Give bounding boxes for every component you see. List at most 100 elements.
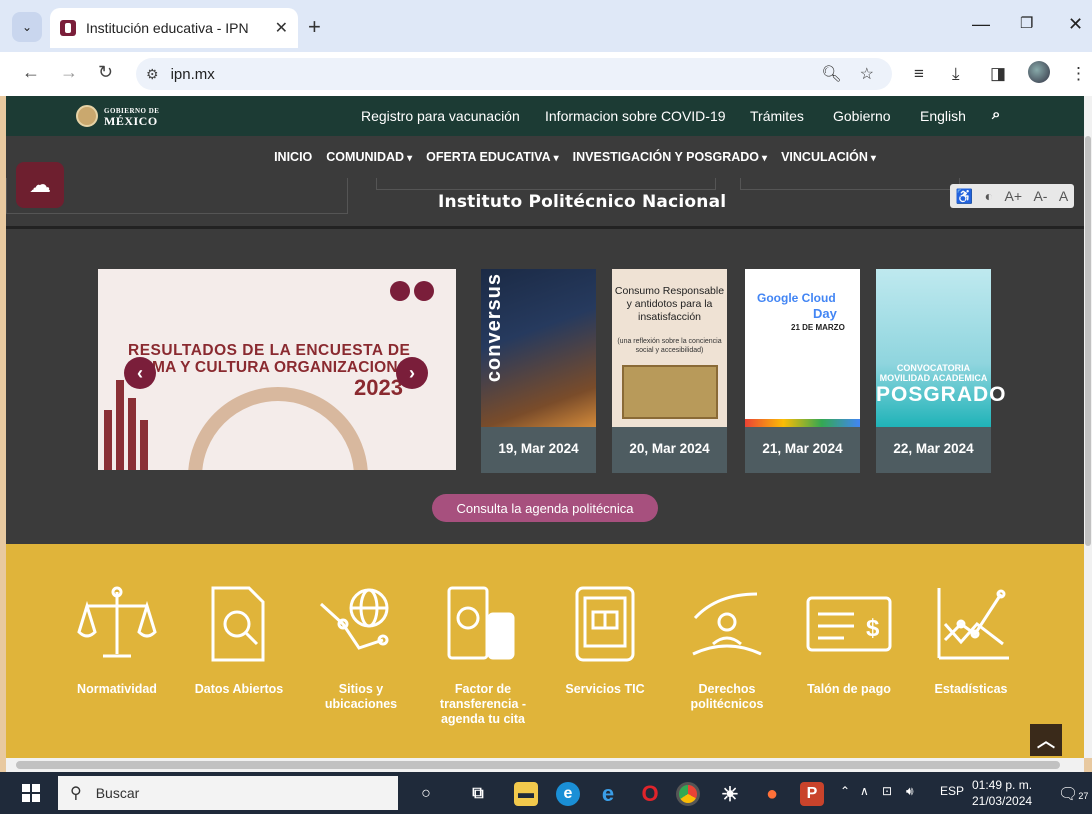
search-icon: ⚲ <box>70 785 82 802</box>
cloud-search-button[interactable]: ☁ <box>16 162 64 208</box>
chrome-icon[interactable] <box>676 782 700 806</box>
reload-icon[interactable]: ↻ <box>98 62 113 83</box>
window-close-icon[interactable]: ✕ <box>1068 14 1083 35</box>
scales-icon <box>77 586 157 658</box>
service-sitios-ubicaciones[interactable]: Sitios y ubicaciones <box>306 584 416 712</box>
event-card[interactable]: CONVOCATORIA MOVILIDAD ACADEMICA POSGRAD… <box>876 269 1006 473</box>
event-date: 20, Mar 2024 <box>629 441 710 456</box>
gobierno-mexico-logo[interactable]: GOBIERNO DE MÉXICO <box>76 105 159 127</box>
new-tab-button[interactable]: + <box>308 14 321 40</box>
address-bar-row: ← → ↻ ⚙ ipn.mx 🔍︎ ☆ ≡ ⤓ ◨ ⋮ <box>0 52 1092 96</box>
hands-person-icon <box>692 592 762 656</box>
service-servicios-tic[interactable]: Servicios TIC <box>550 584 660 697</box>
nav-investigacion-posgrado[interactable]: INVESTIGACIÓN Y POSGRADO ▾ <box>573 150 767 164</box>
system-clock[interactable]: 01:49 p. m. 21/03/2024 <box>972 777 1032 809</box>
windows-start-icon[interactable] <box>22 784 40 802</box>
link-gobierno[interactable]: Gobierno <box>833 108 891 124</box>
event-card[interactable]: Consumo Responsable y antidotos para la … <box>612 269 727 473</box>
service-estadisticas[interactable]: Estadísticas <box>916 584 1026 697</box>
ipn-logo-icon <box>390 281 410 301</box>
input-language[interactable]: ESP <box>940 784 964 798</box>
firefox-icon[interactable]: ● <box>760 782 784 806</box>
site-settings-icon[interactable]: ⚙ <box>146 66 159 83</box>
event-date: 19, Mar 2024 <box>498 441 579 456</box>
tab-search-dropdown[interactable]: ⌄ <box>12 12 42 42</box>
file-explorer-icon[interactable]: ▬ <box>514 782 538 806</box>
network-icon[interactable]: ⊡ <box>882 784 892 798</box>
notifications-icon[interactable]: 🗨︎27 <box>1058 784 1088 804</box>
address-input[interactable]: ⚙ ipn.mx 🔍︎ ☆ <box>136 58 892 90</box>
service-factor-transferencia[interactable]: Factor de transferencia - agenda tu cita <box>428 584 538 727</box>
profile-avatar[interactable] <box>1028 61 1050 83</box>
nav-oferta-educativa[interactable]: OFERTA EDUCATIVA ▾ <box>426 150 559 164</box>
service-talon-pago[interactable]: $ Talón de pago <box>794 584 904 697</box>
accessibility-toolbar: ♿ ◐ A+ A- A <box>950 184 1074 208</box>
windows-taskbar: ⚲ Buscar ○ ⧉ ▬ e e O ☀ ● P ⌃ ∧ ⊡ 🔊︎ ESP … <box>0 772 1092 814</box>
institution-logos <box>390 281 434 301</box>
powerpoint-icon[interactable]: P <box>800 782 824 806</box>
font-decrease-button[interactable]: A- <box>1033 188 1047 204</box>
service-derechos-politecnicos[interactable]: Derechos politécnicos <box>672 584 782 712</box>
cortana-icon[interactable]: ○ <box>414 782 438 806</box>
carousel-prev-button[interactable]: ‹ <box>124 357 156 389</box>
contrast-icon[interactable]: ◐ <box>985 188 993 204</box>
vertical-scrollbar[interactable] <box>1084 96 1092 758</box>
gov-top-bar: GOBIERNO DE MÉXICO Registro para vacunac… <box>6 96 1084 136</box>
nav-comunidad[interactable]: COMUNIDAD ▾ <box>326 150 412 164</box>
logo-main-text: MÉXICO <box>104 114 158 128</box>
link-vacunacion[interactable]: Registro para vacunación <box>361 108 520 124</box>
restore-icon[interactable]: ❐ <box>1020 14 1033 32</box>
cloud-search-icon: ☁ <box>29 172 51 197</box>
carousel-next-button[interactable]: › <box>396 357 428 389</box>
services-section: Normatividad Datos Abiertos Sitios y ubi… <box>6 544 1084 758</box>
horizontal-scrollbar[interactable] <box>6 758 1084 772</box>
mexico-seal-icon <box>76 105 98 127</box>
ipn-shield-icon <box>414 281 434 301</box>
link-covid[interactable]: Informacion sobre COVID-19 <box>545 108 726 124</box>
service-datos-abiertos[interactable]: Datos Abiertos <box>184 584 294 697</box>
event-image-consumo: Consumo Responsable y antidotos para la … <box>612 269 727 427</box>
edge-icon[interactable]: e <box>556 782 580 806</box>
zoom-icon[interactable]: 🔍︎ <box>821 64 841 84</box>
browser-tab[interactable]: Institución educativa - IPN ✕ <box>50 8 298 48</box>
tab-close-icon[interactable]: ✕ <box>275 18 288 38</box>
opera-icon[interactable]: O <box>638 781 662 806</box>
font-increase-button[interactable]: A+ <box>1005 188 1023 204</box>
bookmark-star-icon[interactable]: ☆ <box>860 64 874 84</box>
globe-map-icon <box>319 588 389 650</box>
event-image-conversus: conversus <box>481 269 596 427</box>
agenda-button[interactable]: Consulta la agenda politécnica <box>432 494 658 522</box>
gov-search-icon[interactable]: ⌕ <box>992 106 1000 123</box>
url-text: ipn.mx <box>170 65 215 83</box>
paycheck-icon: $ <box>806 596 892 652</box>
font-reset-button[interactable]: A <box>1059 188 1068 204</box>
taskbar-scroll-icon[interactable]: ⌃ <box>840 784 850 798</box>
download-icon[interactable]: ⤓ <box>952 64 960 84</box>
event-image-posgrado: CONVOCATORIA MOVILIDAD ACADEMICA POSGRAD… <box>876 269 1006 427</box>
link-english[interactable]: English <box>920 108 966 124</box>
clock-date: 21/03/2024 <box>972 794 1033 808</box>
event-card[interactable]: Google Cloud Day 21 DE MARZO 21, Mar 202… <box>745 269 860 473</box>
side-panel-icon[interactable]: ◨ <box>990 64 1006 84</box>
accessibility-icon[interactable]: ♿ <box>956 188 973 205</box>
reading-list-icon[interactable]: ≡ <box>914 64 924 84</box>
forward-arrow-icon[interactable]: → <box>60 62 78 83</box>
task-view-icon[interactable]: ⧉ <box>466 782 490 806</box>
menu-kebab-icon[interactable]: ⋮ <box>1070 64 1087 84</box>
minimize-icon[interactable]: — <box>972 14 990 35</box>
service-normatividad[interactable]: Normatividad <box>62 584 172 697</box>
back-arrow-icon[interactable]: ← <box>22 62 40 83</box>
internet-explorer-icon[interactable]: e <box>596 781 620 806</box>
nav-vinculacion[interactable]: VINCULACIÓN ▾ <box>781 150 876 164</box>
volume-icon[interactable]: 🔊︎ <box>906 784 914 799</box>
event-card[interactable]: conversus 19, Mar 2024 <box>481 269 596 473</box>
nav-inicio[interactable]: INICIO <box>274 150 312 164</box>
svg-text:$: $ <box>866 615 880 642</box>
document-magnifier-icon <box>211 586 265 662</box>
tray-overflow-icon[interactable]: ∧ <box>860 784 869 798</box>
back-to-top-button[interactable]: ︿ <box>1030 724 1062 756</box>
link-tramites[interactable]: Trámites <box>750 108 804 124</box>
taskbar-search-input[interactable]: ⚲ Buscar <box>58 776 398 810</box>
main-navigation: INICIO COMUNIDAD ▾ OFERTA EDUCATIVA ▾ INVE… <box>6 136 1084 178</box>
brightness-icon[interactable]: ☀ <box>718 782 742 806</box>
